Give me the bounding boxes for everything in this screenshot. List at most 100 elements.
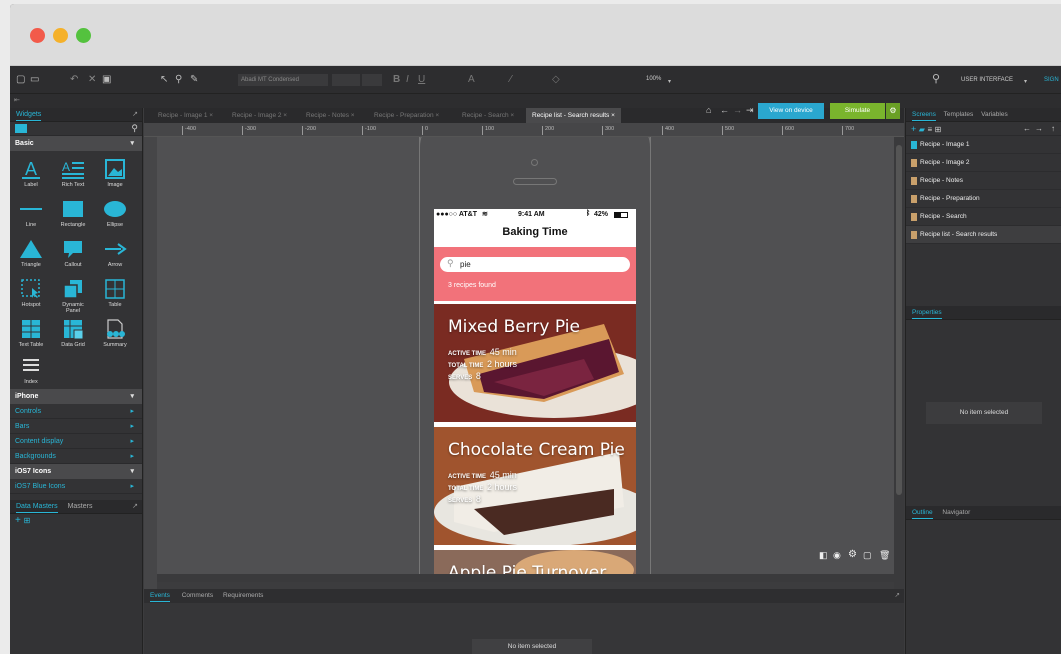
section-iphone[interactable]: iPhone ▾ <box>10 389 142 404</box>
widget-table[interactable]: Table <box>98 279 132 308</box>
category-ios7-blue-icons[interactable]: iOS7 Blue Icons ▸ <box>10 479 142 494</box>
tab-events[interactable]: Events <box>150 592 170 602</box>
tab-variables[interactable]: Variables <box>981 111 1008 118</box>
mode-chevron-down-icon[interactable]: ▾ <box>1024 77 1027 87</box>
tab-list-icon[interactable]: ⇥ <box>746 105 754 116</box>
new-icon[interactable]: ▢ <box>16 75 25 85</box>
widget-search-icon[interactable]: ⚲ <box>131 123 138 134</box>
widget-ellipse[interactable]: Ellipse <box>98 199 132 228</box>
tab-masters[interactable]: Masters <box>68 503 93 510</box>
search-icon[interactable]: ⚲ <box>932 74 940 85</box>
expand-panel-icon[interactable]: ↗ <box>132 500 138 514</box>
widget-hotspot[interactable]: Hotspot <box>14 279 48 308</box>
simulate-button[interactable]: Simulate <box>830 103 885 119</box>
maximize-window-button[interactable] <box>76 28 91 43</box>
grid-view-icon[interactable]: ⊞ <box>935 125 942 134</box>
recipe-card[interactable]: Apple Pie Turnover <box>434 550 636 574</box>
screen-item-selected[interactable]: Recipe list - Search results <box>906 226 1061 244</box>
section-basic[interactable]: Basic ▾ <box>10 136 142 151</box>
tab-widgets[interactable]: Widgets <box>16 111 42 121</box>
screen-item[interactable]: Recipe - Preparation <box>906 190 1061 208</box>
user-interface-mode[interactable]: USER INTERFACE <box>961 77 1013 83</box>
canvas-vertical-scrollbar[interactable] <box>894 137 904 589</box>
simulate-settings-gear-icon[interactable]: ⚙ <box>886 103 900 119</box>
sign-in-link[interactable]: SIGN <box>1044 77 1059 83</box>
screen-item[interactable]: Recipe - Image 1 <box>906 136 1061 154</box>
category-bars[interactable]: Bars ▸ <box>10 419 142 434</box>
tab-templates[interactable]: Templates <box>944 111 974 118</box>
recipe-card[interactable]: Mixed Berry Pie ACTIVE TIME 45 min TOTAL… <box>434 304 636 422</box>
widget-rectangle[interactable]: Rectangle <box>56 199 90 228</box>
view-on-device-button[interactable]: View on device <box>758 103 824 119</box>
fill-color-icon[interactable]: ◇ <box>552 75 560 85</box>
category-backgrounds[interactable]: Backgrounds ▸ <box>10 449 142 464</box>
widget-triangle[interactable]: Triangle <box>14 239 48 268</box>
add-master-icon[interactable]: + <box>15 515 21 526</box>
widget-summary[interactable]: Summary <box>98 319 132 348</box>
move-up-icon[interactable]: ↑ <box>1051 122 1055 136</box>
cut-icon[interactable]: ✕ <box>88 75 96 85</box>
comment-icon[interactable]: ▢ <box>863 550 872 561</box>
paste-icon[interactable]: ▣ <box>102 75 111 85</box>
screen-item[interactable]: Recipe - Notes <box>906 172 1061 190</box>
widget-text-table[interactable]: Text Table <box>14 319 48 348</box>
widget-label[interactable]: A Label <box>14 159 48 188</box>
line-color-icon[interactable]: ⁄ <box>510 75 512 85</box>
format-painter-icon[interactable]: ✎ <box>190 75 198 85</box>
tab-comments[interactable]: Comments <box>182 592 213 599</box>
tab-recipe-image-1[interactable]: Recipe - Image 1 × <box>152 108 219 123</box>
widget-dynamic-panel[interactable]: Dynamic Panel <box>56 279 90 314</box>
back-icon[interactable]: ← <box>720 105 729 115</box>
widget-image[interactable]: Image <box>98 159 132 188</box>
tab-properties[interactable]: Properties <box>912 309 942 319</box>
font-style-select[interactable] <box>332 74 360 86</box>
section-ios7-icons[interactable]: iOS7 Icons ▾ <box>10 464 142 479</box>
widget-index[interactable]: Index <box>14 356 48 385</box>
widget-callout[interactable]: Callout <box>56 239 90 268</box>
add-screen-icon[interactable]: + <box>911 124 916 134</box>
preview-eye-icon[interactable]: ◉ <box>833 550 841 561</box>
zoom-level[interactable]: 100% <box>646 76 661 82</box>
tab-outline[interactable]: Outline <box>912 509 933 519</box>
tab-recipe-image-2[interactable]: Recipe - Image 2 × <box>226 108 293 123</box>
home-icon[interactable]: ⌂ <box>706 105 711 115</box>
widget-rich-text[interactable]: A Rich Text <box>56 159 90 188</box>
category-content-display[interactable]: Content display ▸ <box>10 434 142 449</box>
trash-icon[interactable]: 🗑 <box>879 550 890 561</box>
tab-navigator[interactable]: Navigator <box>942 509 970 516</box>
font-family-select[interactable]: Abadi MT Condensed <box>238 74 328 86</box>
expand-panel-icon[interactable]: ↗ <box>895 589 900 603</box>
search-input[interactable]: ⚲ pie <box>440 257 630 272</box>
zoom-chevron-down-icon[interactable]: ▾ <box>668 77 671 87</box>
close-window-button[interactable] <box>30 28 45 43</box>
move-right-icon[interactable]: → <box>1035 122 1043 136</box>
zoom-tool-icon[interactable]: ⚲ <box>175 75 182 85</box>
open-icon[interactable]: ▭ <box>30 75 39 85</box>
minimize-window-button[interactable] <box>53 28 68 43</box>
category-controls[interactable]: Controls ▸ <box>10 404 142 419</box>
tab-recipe-list-search-results[interactable]: Recipe list - Search results × <box>526 108 621 123</box>
italic-icon[interactable]: I <box>406 75 409 85</box>
expand-panel-icon[interactable]: ↗ <box>132 108 138 122</box>
tab-recipe-preparation[interactable]: Recipe - Preparation × <box>368 108 445 123</box>
text-color-icon[interactable]: A <box>468 75 475 85</box>
tab-recipe-notes[interactable]: Recipe - Notes × <box>300 108 361 123</box>
screen-item[interactable]: Recipe - Search <box>906 208 1061 226</box>
canvas-horizontal-scrollbar[interactable] <box>157 574 894 582</box>
recipe-card[interactable]: Chocolate Cream Pie ACTIVE TIME 45 min T… <box>434 427 636 545</box>
settings-gear-icon[interactable]: ⚙ <box>848 549 857 560</box>
widget-data-grid[interactable]: Data Grid <box>56 319 90 348</box>
bold-icon[interactable]: B <box>393 75 400 85</box>
library-select-icon[interactable] <box>15 124 27 133</box>
tab-screens[interactable]: Screens <box>912 111 936 121</box>
pointer-icon[interactable]: ↖ <box>160 75 168 85</box>
underline-icon[interactable]: U <box>418 75 425 85</box>
add-folder-icon[interactable]: ⊞ <box>24 516 31 525</box>
expand-icon[interactable]: ⇤ <box>14 97 20 104</box>
font-size-select[interactable] <box>362 74 382 86</box>
tab-recipe-search[interactable]: Recipe - Search × <box>456 108 520 123</box>
screen-item[interactable]: Recipe - Image 2 <box>906 154 1061 172</box>
list-view-icon[interactable]: ≡ <box>927 125 932 134</box>
widget-arrow[interactable]: Arrow <box>98 239 132 268</box>
add-folder-icon[interactable]: ▰ <box>919 125 925 134</box>
